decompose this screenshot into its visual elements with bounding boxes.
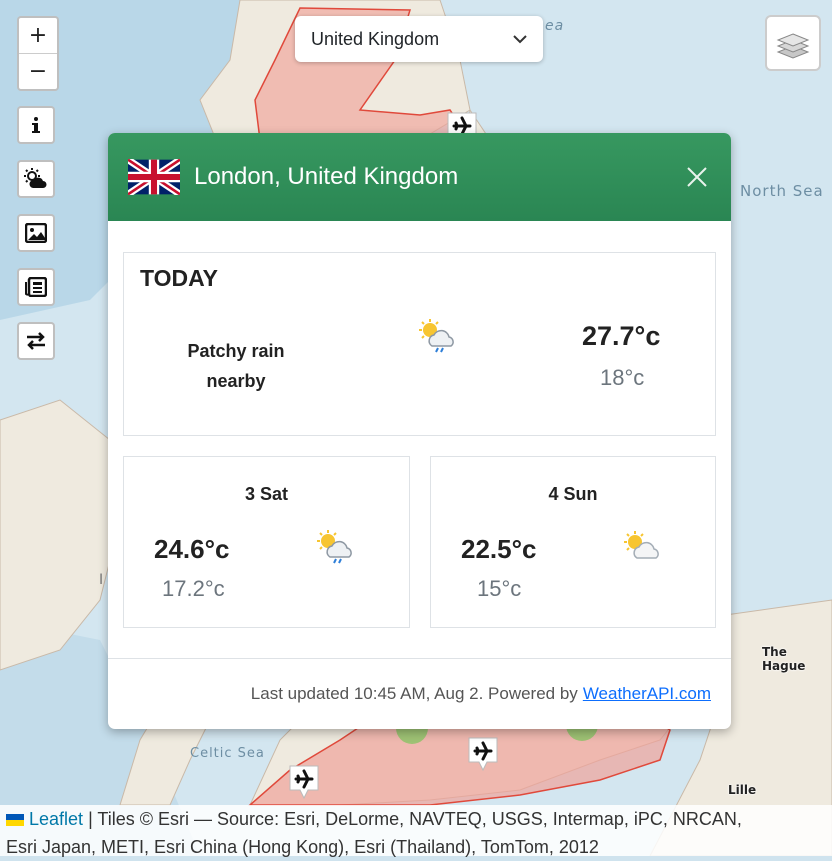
attribution-line-1: | Tiles © Esri — Source: Esri, DeLorme, … <box>88 809 742 829</box>
uk-flag-icon <box>128 159 180 195</box>
modal-footer: Last updated 10:45 AM, Aug 2. Powered by… <box>108 658 731 729</box>
patchy-rain-icon <box>419 319 454 353</box>
sea-label-fragment: ea <box>545 18 565 34</box>
map-attribution: Leaflet | Tiles © Esri — Source: Esri, D… <box>0 805 832 857</box>
today-card: TODAY Patchy rain nearby 27.7°c 18°c <box>123 252 716 436</box>
weather-icon <box>24 168 47 188</box>
weather-button[interactable] <box>17 160 55 198</box>
news-icon <box>25 277 47 297</box>
today-max-temp: 27.7°c <box>582 321 661 351</box>
today-label: TODAY <box>140 265 218 291</box>
today-min-temp: 18°c <box>600 365 645 390</box>
forecast-day: 3 Sat <box>244 484 289 504</box>
swap-button[interactable] <box>17 322 55 360</box>
airport-marker[interactable] <box>466 735 500 773</box>
layers-button[interactable] <box>765 15 821 71</box>
zoom-control: + − <box>17 16 59 91</box>
image-button[interactable] <box>17 214 55 252</box>
ukraine-flag-icon <box>6 814 24 827</box>
layers-icon <box>776 33 810 59</box>
weather-modal: London, United Kingdom TODAY Patchy rain… <box>108 133 731 729</box>
patchy-rain-icon <box>317 530 352 564</box>
forecast-max-temp: 24.6°c <box>154 534 230 564</box>
image-icon <box>25 223 47 243</box>
lille-label: Lille <box>728 783 757 797</box>
forecast-max-temp: 22.5°c <box>461 534 537 564</box>
forecast-card: 3 Sat 24.6°c 17.2°c <box>123 456 410 628</box>
partly-cloudy-icon <box>624 531 659 559</box>
modal-title: London, United Kingdom <box>194 163 459 190</box>
news-button[interactable] <box>17 268 55 306</box>
forecast-min-temp: 17.2°c <box>162 576 225 601</box>
close-button[interactable] <box>683 163 711 191</box>
today-condition: Patchy rain nearby <box>187 341 285 391</box>
forecast-min-temp: 15°c <box>477 576 522 601</box>
forecast-day: 4 Sun <box>548 484 598 504</box>
zoom-out-button[interactable]: − <box>19 53 57 89</box>
last-updated-text: Last updated 10:45 AM, Aug 2. Powered by <box>250 684 578 703</box>
weatherapi-link[interactable]: WeatherAPI.com <box>583 684 711 704</box>
modal-header: London, United Kingdom <box>108 133 731 221</box>
north-sea-label: North Sea <box>740 182 824 200</box>
map-label-fragment: I <box>99 572 105 588</box>
the-hague-label: The Hague <box>762 645 806 673</box>
zoom-in-button[interactable]: + <box>19 18 57 53</box>
country-select[interactable]: United Kingdom <box>295 16 543 62</box>
info-icon <box>32 117 40 133</box>
attribution-line-2: Esri Japan, METI, Esri China (Hong Kong)… <box>6 837 599 857</box>
chevron-down-icon <box>513 34 527 43</box>
country-select-value: United Kingdom <box>311 28 440 49</box>
leaflet-link[interactable]: Leaflet <box>29 809 83 829</box>
close-icon <box>687 167 707 187</box>
airport-marker[interactable] <box>287 763 321 801</box>
swap-icon <box>27 332 45 350</box>
forecast-card: 4 Sun 22.5°c 15°c <box>430 456 716 628</box>
info-button[interactable] <box>17 106 55 144</box>
celtic-sea-label: Celtic Sea <box>190 746 265 761</box>
